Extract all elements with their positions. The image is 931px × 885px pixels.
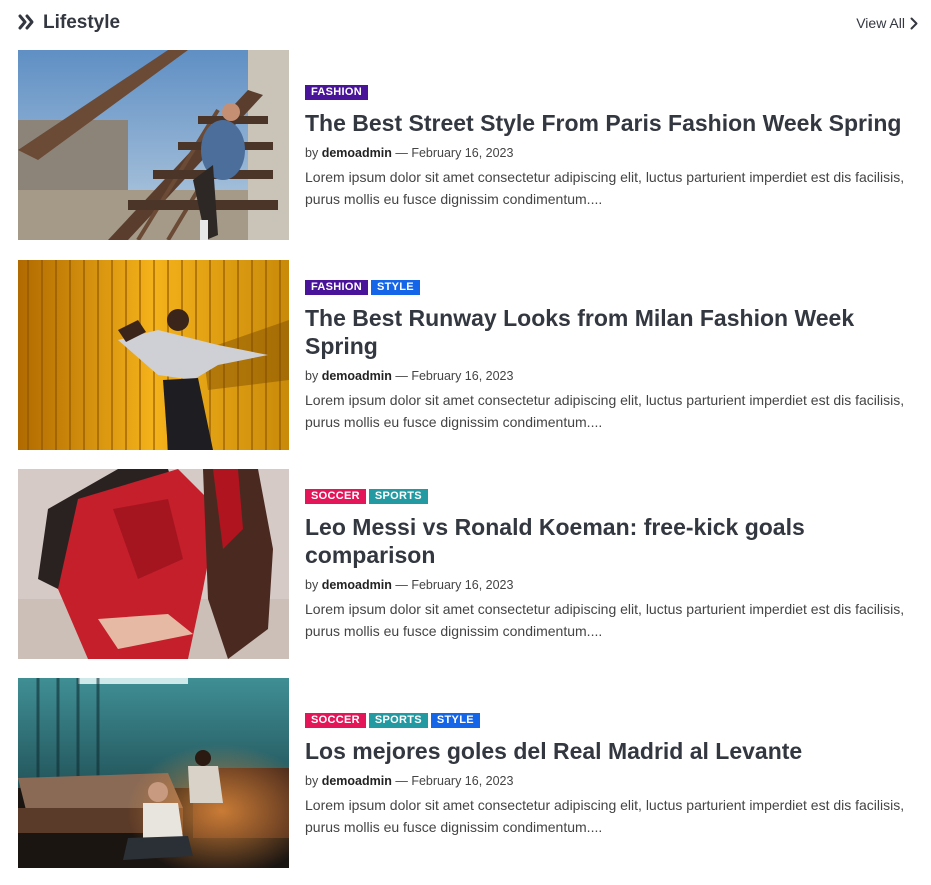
post-tags: SOCCER SPORTS bbox=[305, 489, 428, 504]
post-image bbox=[18, 678, 289, 868]
post-tags: FASHION STYLE bbox=[305, 280, 420, 295]
post-card: SOCCER SPORTS STYLE Los mejores goles de… bbox=[18, 678, 918, 868]
meta-separator: — bbox=[395, 578, 408, 592]
post-author[interactable]: demoadmin bbox=[322, 146, 392, 160]
tag-soccer[interactable]: SOCCER bbox=[305, 489, 366, 504]
post-tags: SOCCER SPORTS STYLE bbox=[305, 713, 480, 728]
post-card: SOCCER SPORTS Leo Messi vs Ronald Koeman… bbox=[18, 469, 918, 659]
post-image bbox=[18, 260, 289, 450]
chevron-right-icon bbox=[910, 17, 918, 29]
post-excerpt: Lorem ipsum dolor sit amet consectetur a… bbox=[305, 169, 905, 207]
by-label: by bbox=[305, 578, 319, 592]
post-author[interactable]: demoadmin bbox=[322, 774, 392, 788]
by-label: by bbox=[305, 369, 319, 383]
post-excerpt: Lorem ipsum dolor sit amet consectetur a… bbox=[305, 797, 905, 835]
post-meta: by demoadmin — February 16, 2023 bbox=[305, 773, 513, 789]
post-date: February 16, 2023 bbox=[411, 578, 514, 592]
post-date: February 16, 2023 bbox=[411, 146, 514, 160]
post-date: February 16, 2023 bbox=[411, 774, 514, 788]
tag-sports[interactable]: SPORTS bbox=[368, 489, 428, 504]
post-thumbnail[interactable] bbox=[18, 50, 289, 240]
post-meta: by demoadmin — February 16, 2023 bbox=[305, 577, 513, 593]
meta-separator: — bbox=[395, 774, 408, 788]
double-chevron-right-icon bbox=[18, 14, 34, 30]
post-thumbnail[interactable] bbox=[18, 260, 289, 450]
tag-fashion[interactable]: FASHION bbox=[305, 280, 368, 295]
tag-style[interactable]: STYLE bbox=[430, 713, 480, 728]
post-image bbox=[18, 469, 289, 659]
post-thumbnail[interactable] bbox=[18, 469, 289, 659]
post-card: FASHION The Best Street Style From Paris… bbox=[18, 50, 918, 240]
view-all-link[interactable]: View All bbox=[856, 13, 918, 33]
meta-separator: — bbox=[395, 146, 408, 160]
by-label: by bbox=[305, 774, 319, 788]
post-meta: by demoadmin — February 16, 2023 bbox=[305, 145, 513, 161]
post-title[interactable]: The Best Street Style From Paris Fashion… bbox=[305, 109, 918, 137]
post-card: FASHION STYLE The Best Runway Looks from… bbox=[18, 260, 918, 450]
post-content: FASHION STYLE The Best Runway Looks from… bbox=[305, 260, 918, 450]
post-content: FASHION The Best Street Style From Paris… bbox=[305, 50, 918, 240]
tag-soccer[interactable]: SOCCER bbox=[305, 713, 366, 728]
tag-fashion[interactable]: FASHION bbox=[305, 85, 368, 100]
view-all-label: View All bbox=[856, 15, 905, 31]
section-title: Lifestyle bbox=[43, 12, 121, 33]
by-label: by bbox=[305, 146, 319, 160]
post-content: SOCCER SPORTS Leo Messi vs Ronald Koeman… bbox=[305, 469, 918, 659]
post-image bbox=[18, 50, 289, 240]
section-header: Lifestyle View All bbox=[18, 10, 918, 36]
post-title[interactable]: Leo Messi vs Ronald Koeman: free-kick go… bbox=[305, 513, 918, 569]
post-excerpt: Lorem ipsum dolor sit amet consectetur a… bbox=[305, 392, 905, 430]
post-content: SOCCER SPORTS STYLE Los mejores goles de… bbox=[305, 678, 918, 868]
post-date: February 16, 2023 bbox=[411, 369, 514, 383]
post-title[interactable]: Los mejores goles del Real Madrid al Lev… bbox=[305, 737, 918, 765]
meta-separator: — bbox=[395, 369, 408, 383]
post-excerpt: Lorem ipsum dolor sit amet consectetur a… bbox=[305, 601, 905, 639]
post-thumbnail[interactable] bbox=[18, 678, 289, 868]
tag-sports[interactable]: SPORTS bbox=[368, 713, 428, 728]
post-tags: FASHION bbox=[305, 85, 368, 100]
post-title[interactable]: The Best Runway Looks from Milan Fashion… bbox=[305, 304, 918, 360]
post-meta: by demoadmin — February 16, 2023 bbox=[305, 368, 513, 384]
post-author[interactable]: demoadmin bbox=[322, 369, 392, 383]
tag-style[interactable]: STYLE bbox=[371, 280, 420, 295]
post-author[interactable]: demoadmin bbox=[322, 578, 392, 592]
